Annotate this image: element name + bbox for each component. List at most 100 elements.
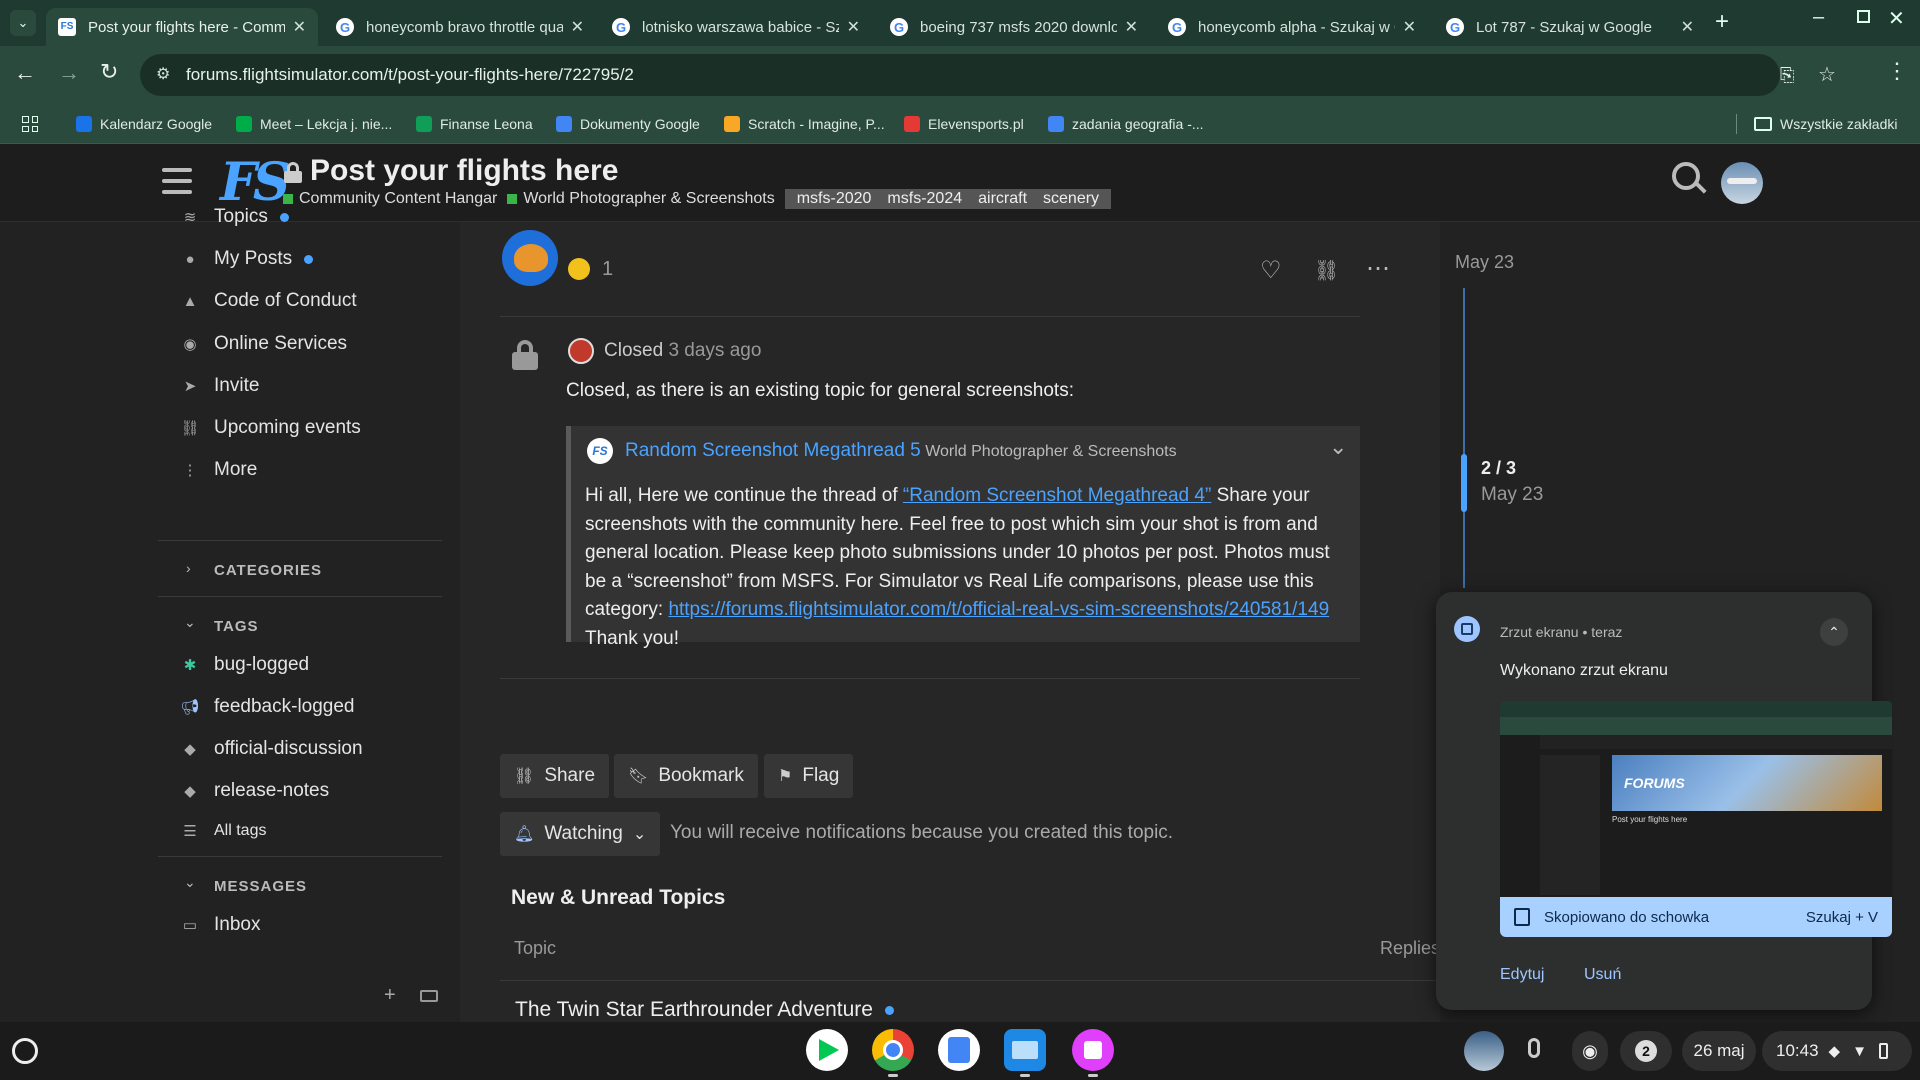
restore-button[interactable]: [1857, 10, 1870, 23]
screenshot-thumbnail[interactable]: FORUMS Post your flights here: [1500, 701, 1892, 897]
all-tags-link[interactable]: ☰ All tags: [180, 816, 266, 846]
chrome-icon[interactable]: [872, 1029, 914, 1071]
messages-toggle[interactable]: ⌄: [184, 874, 196, 891]
screen-capture-icon[interactable]: ◉: [1572, 1031, 1608, 1071]
browser-tab[interactable]: Gboeing 737 msfs 2020 downlo ✕: [878, 8, 1150, 46]
browser-tab[interactable]: Ghoneycomb alpha - Szukaj w G ✕: [1156, 8, 1428, 46]
quote-expand-chevron-icon[interactable]: ⌄: [1329, 434, 1347, 460]
like-heart-icon[interactable]: ♡: [1260, 256, 1282, 285]
copy-link-icon[interactable]: ⛓: [1314, 258, 1339, 283]
bookmark-button[interactable]: 🔖︎ Bookmark: [614, 754, 758, 798]
browser-tab[interactable]: Glotnisko warszawa babice - Sz ✕: [600, 8, 872, 46]
apps-grid-icon[interactable]: [22, 116, 38, 132]
user-avatar[interactable]: [1721, 162, 1763, 204]
microphone-icon[interactable]: [1528, 1038, 1540, 1058]
sidebar-item-code-of-conduct[interactable]: ▲ Code of Conduct: [180, 286, 357, 316]
edit-button[interactable]: Edytuj: [1500, 966, 1544, 984]
browser-tab[interactable]: Ghoneycomb bravo throttle qua ✕: [324, 8, 596, 46]
browser-menu-icon[interactable]: ⋮: [1886, 58, 1908, 84]
megathread-4-link[interactable]: “Random Screenshot Megathread 4”: [903, 485, 1211, 506]
close-window-button[interactable]: ✕: [1888, 6, 1905, 31]
sidebar-tag-release-notes[interactable]: ◆ release-notes: [180, 776, 329, 806]
tab-close-icon[interactable]: ✕: [1681, 17, 1694, 37]
bookmark-item[interactable]: Kalendarz Google: [76, 104, 212, 144]
gallery-icon[interactable]: [1072, 1029, 1114, 1071]
keyboard-shortcuts-icon[interactable]: [420, 990, 438, 1002]
minimize-button[interactable]: –: [1813, 6, 1824, 29]
play-store-icon[interactable]: [806, 1029, 848, 1071]
sidebar-item-more[interactable]: ⋮ More: [180, 455, 258, 485]
timeline-track[interactable]: [1461, 288, 1467, 588]
topic-tag[interactable]: msfs-2020: [789, 190, 880, 208]
tags-heading[interactable]: TAGS: [214, 618, 259, 635]
table-row[interactable]: The Twin Star Earthrounder Adventure: [515, 998, 894, 1022]
topic-tag[interactable]: scenery: [1035, 190, 1107, 208]
address-bar[interactable]: ⚙ forums.flightsimulator.com/t/post-your…: [140, 54, 1836, 96]
bookmark-item[interactable]: Elevensports.pl: [904, 104, 1024, 144]
reaction-emoji-icon[interactable]: [568, 258, 590, 280]
bookmark-item[interactable]: Dokumenty Google: [556, 104, 700, 144]
tab-close-icon[interactable]: ✕: [293, 17, 306, 37]
reload-button[interactable]: ↻: [100, 59, 118, 85]
reaction-count[interactable]: 1: [602, 258, 613, 281]
new-tab-button[interactable]: +: [1715, 8, 1729, 36]
system-avatar[interactable]: [568, 338, 594, 364]
collapse-chevron-icon[interactable]: ⌃: [1820, 618, 1848, 646]
category-link-2[interactable]: World Photographer & Screenshots: [523, 190, 774, 208]
watching-dropdown[interactable]: 🔔︎ Watching ⌄: [500, 812, 661, 856]
all-bookmarks[interactable]: Wszystkie zakładki: [1754, 104, 1897, 144]
tab-close-icon[interactable]: ✕: [847, 17, 860, 37]
col-topic-header[interactable]: Topic: [514, 938, 556, 959]
more-actions-icon[interactable]: ⋯: [1366, 254, 1390, 283]
timeline-handle[interactable]: [1461, 454, 1467, 512]
add-section-button[interactable]: +: [384, 984, 396, 1007]
timeline-top-date[interactable]: May 23: [1455, 252, 1514, 273]
topic-title[interactable]: Post your flights here: [310, 154, 618, 188]
tab-close-icon[interactable]: ✕: [571, 17, 584, 37]
sidebar-item-my-posts[interactable]: ● My Posts: [180, 244, 314, 274]
browser-tab[interactable]: G Lot 787 - Szukaj w Google ✕: [1434, 8, 1706, 46]
sidebar-item-online-services[interactable]: ◉ Online Services: [180, 329, 347, 359]
files-icon[interactable]: [1004, 1029, 1046, 1071]
topic-tag[interactable]: aircraft: [970, 190, 1035, 208]
docs-icon[interactable]: [938, 1029, 980, 1071]
copied-to-clipboard-bar[interactable]: Skopiowano do schowka Szukaj + V: [1500, 897, 1892, 937]
closed-time[interactable]: 3 days ago: [668, 340, 761, 361]
topic-link[interactable]: The Twin Star Earthrounder Adventure: [515, 998, 873, 1022]
sidebar-tag-bug-logged[interactable]: ✱ bug-logged: [180, 650, 309, 680]
sidebar-item-upcoming-events[interactable]: ⛓ Upcoming events: [180, 413, 360, 443]
sidebar-item-invite[interactable]: ➤ Invite: [180, 371, 260, 401]
status-area[interactable]: 10:43 ◆ ▼: [1762, 1031, 1912, 1071]
col-replies-header[interactable]: Replies: [1380, 938, 1440, 959]
flag-button[interactable]: ⚑ Flag: [764, 754, 854, 798]
notification-counter[interactable]: 2: [1620, 1031, 1672, 1071]
quote-box[interactable]: FS Random Screenshot Megathread 5 World …: [566, 426, 1360, 649]
sidebar-item-topics[interactable]: ≋ Topics: [180, 202, 289, 232]
install-app-icon[interactable]: ⎘: [1780, 54, 1794, 96]
forward-button[interactable]: →: [58, 60, 80, 86]
categories-toggle[interactable]: ›: [186, 560, 191, 576]
hamburger-menu-icon[interactable]: [162, 168, 192, 194]
share-button[interactable]: ⛓ Share: [500, 754, 610, 798]
messages-heading[interactable]: MESSAGES: [214, 878, 307, 895]
tab-close-icon[interactable]: ✕: [1403, 17, 1416, 37]
topic-tag[interactable]: msfs-2024: [879, 190, 970, 208]
quote-category[interactable]: World Photographer & Screenshots: [925, 443, 1176, 460]
quote-title-link[interactable]: Random Screenshot Megathread 5: [625, 440, 921, 461]
screenshot-notification[interactable]: Zrzut ekranu • teraz ⌃ Wykonano zrzut ek…: [1436, 592, 1892, 1010]
back-button[interactable]: ←: [14, 60, 36, 86]
bookmark-item[interactable]: Scratch - Imagine, P...: [724, 104, 885, 144]
sidebar-tag-official-discussion[interactable]: ◆ official-discussion: [180, 734, 362, 764]
bookmark-star-icon[interactable]: ☆: [1818, 54, 1836, 96]
date-pill[interactable]: 26 maj: [1682, 1031, 1756, 1071]
categories-heading[interactable]: CATEGORIES: [214, 562, 322, 579]
poster-avatar[interactable]: [502, 230, 558, 286]
real-vs-sim-link[interactable]: https://forums.flightsimulator.com/t/off…: [668, 599, 1329, 620]
inbox-link[interactable]: ▭ Inbox: [180, 910, 261, 940]
tags-toggle[interactable]: ⌄: [184, 614, 196, 631]
bookmark-item[interactable]: Finanse Leona: [416, 104, 533, 144]
launcher-button[interactable]: [12, 1038, 38, 1064]
delete-button[interactable]: Usuń: [1584, 966, 1621, 984]
tab-close-icon[interactable]: ✕: [1125, 17, 1138, 37]
tab-search-button[interactable]: ⌄: [10, 10, 36, 36]
